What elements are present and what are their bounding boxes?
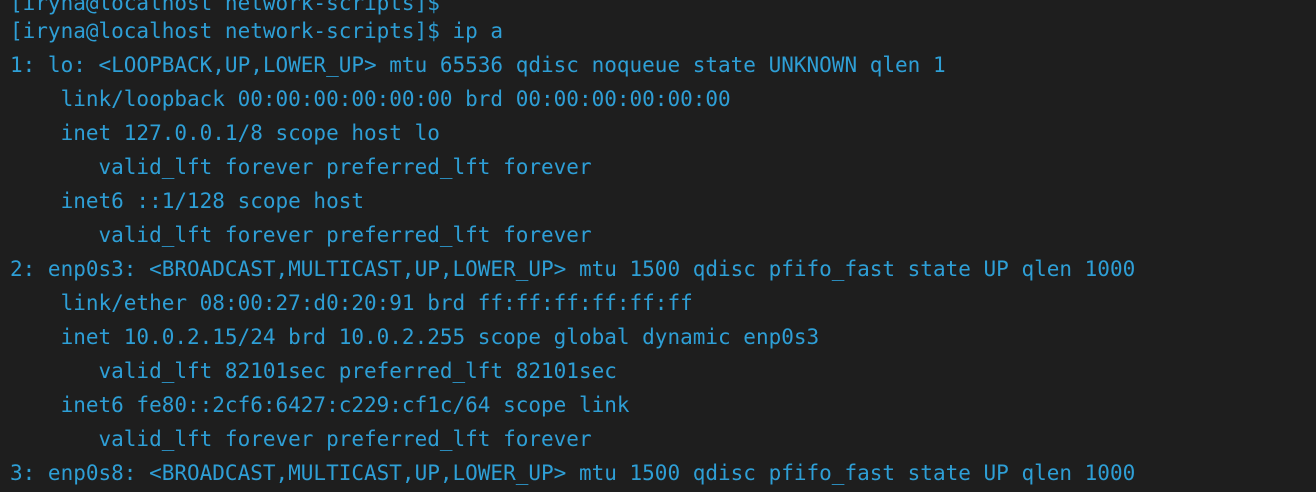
terminal-line: inet6 ::1/128 scope host	[10, 189, 365, 213]
terminal-line: link/loopback 00:00:00:00:00:00 brd 00:0…	[10, 87, 731, 111]
terminal-line: link/ether 08:00:27:d0:20:91 brd ff:ff:f…	[10, 291, 693, 315]
terminal-line: inet 127.0.0.1/8 scope host lo	[10, 121, 440, 145]
terminal-line: [iryna@localhost network-scripts]$ ip a	[10, 19, 504, 43]
terminal-line: 1: lo: <LOOPBACK,UP,LOWER_UP> mtu 65536 …	[10, 53, 946, 77]
terminal-line: valid_lft 82101sec preferred_lft 82101se…	[10, 359, 617, 383]
terminal-line: valid_lft forever preferred_lft forever	[10, 155, 592, 179]
terminal-line: valid_lft forever preferred_lft forever	[10, 427, 592, 451]
terminal-window[interactable]: [iryna@localhost network-scripts]$ [iryn…	[0, 0, 1316, 492]
terminal-line: 3: enp0s8: <BROADCAST,MULTICAST,UP,LOWER…	[10, 461, 1136, 485]
terminal-line: inet 10.0.2.15/24 brd 10.0.2.255 scope g…	[10, 325, 820, 349]
terminal-line: valid_lft forever preferred_lft forever	[10, 223, 592, 247]
terminal-line: 2: enp0s3: <BROADCAST,MULTICAST,UP,LOWER…	[10, 257, 1136, 281]
terminal-line: inet6 fe80::2cf6:6427:c229:cf1c/64 scope…	[10, 393, 630, 417]
